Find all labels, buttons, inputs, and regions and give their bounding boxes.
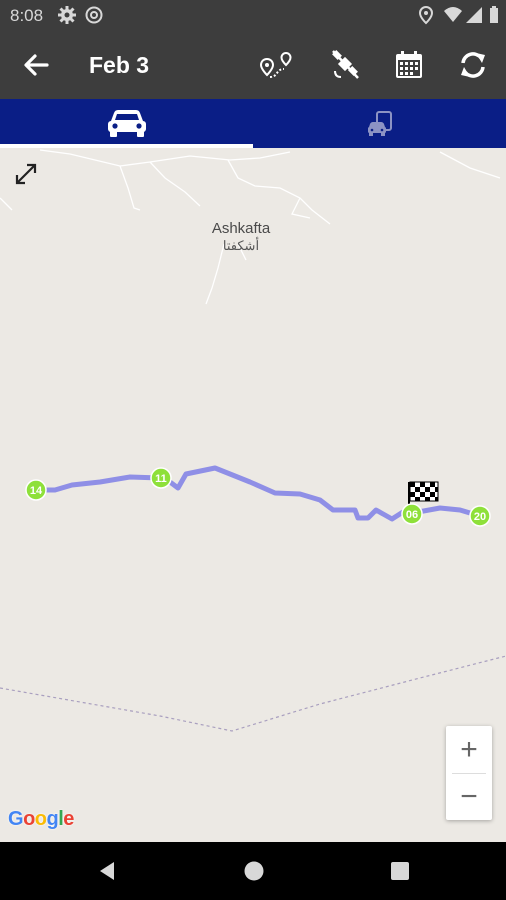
status-bar: 8:08	[0, 0, 506, 32]
gps-off-button[interactable]	[323, 43, 367, 87]
settings-icon	[58, 6, 76, 24]
car-icon	[107, 109, 146, 137]
route-button[interactable]	[254, 43, 298, 87]
logo-letter: G	[8, 808, 24, 830]
google-logo: Google	[8, 808, 74, 831]
zoom-divider	[452, 773, 486, 774]
logo-letter: g	[46, 808, 59, 830]
route-marker[interactable]: 06	[401, 503, 423, 525]
battery-icon	[490, 6, 498, 23]
route-marker[interactable]: 20	[469, 505, 491, 527]
calendar-icon	[396, 51, 422, 78]
location-icon	[418, 5, 434, 25]
logo-letter: o	[34, 808, 47, 830]
nav-recents-button[interactable]	[385, 856, 415, 886]
signal-icon	[466, 7, 482, 23]
status-time: 8:08	[10, 6, 44, 25]
tab-car-report[interactable]	[253, 99, 506, 148]
route-icon	[259, 51, 292, 78]
zoom-out-button[interactable]: −	[446, 773, 492, 820]
logo-letter: o	[23, 808, 35, 830]
wifi-icon	[444, 7, 462, 22]
system-nav-bar	[0, 842, 506, 900]
refresh-button[interactable]	[451, 43, 495, 87]
square-recents-icon	[391, 862, 409, 880]
marker-label: 06	[406, 509, 418, 521]
data-saver-icon	[85, 6, 103, 24]
nav-back-button[interactable]	[92, 856, 122, 886]
arrow-left-icon	[24, 54, 49, 76]
place-label: Ashkafta أشكفتا	[194, 220, 288, 254]
place-name-local: أشكفتا	[222, 238, 260, 253]
marker-label: 11	[155, 473, 167, 485]
nav-home-button[interactable]	[239, 856, 269, 886]
app-toolbar: Feb 3	[0, 32, 506, 99]
refresh-icon	[461, 52, 485, 78]
map-view[interactable]: 14 11 06 20 Ashkafta أشكفتا + − Google	[0, 148, 506, 842]
car-report-icon	[367, 110, 392, 136]
marker-label: 14	[30, 485, 43, 497]
page-title: Feb 3	[89, 52, 150, 78]
route-marker[interactable]: 14	[25, 479, 47, 501]
zoom-in-button[interactable]: +	[446, 726, 492, 773]
satellite-off-icon	[332, 50, 359, 79]
back-button[interactable]	[14, 43, 58, 87]
route-marker[interactable]: 11	[150, 467, 172, 489]
place-name: Ashkafta	[211, 220, 271, 237]
zoom-controls: + −	[446, 726, 492, 820]
marker-label: 20	[474, 511, 486, 523]
expand-icon[interactable]	[12, 160, 40, 188]
logo-letter: e	[63, 808, 74, 830]
boundary-line	[0, 655, 506, 732]
triangle-back-icon	[100, 862, 114, 880]
tab-bar	[0, 99, 506, 148]
tab-drive[interactable]	[0, 99, 253, 148]
circle-home-icon	[244, 861, 264, 881]
calendar-button[interactable]	[387, 43, 431, 87]
